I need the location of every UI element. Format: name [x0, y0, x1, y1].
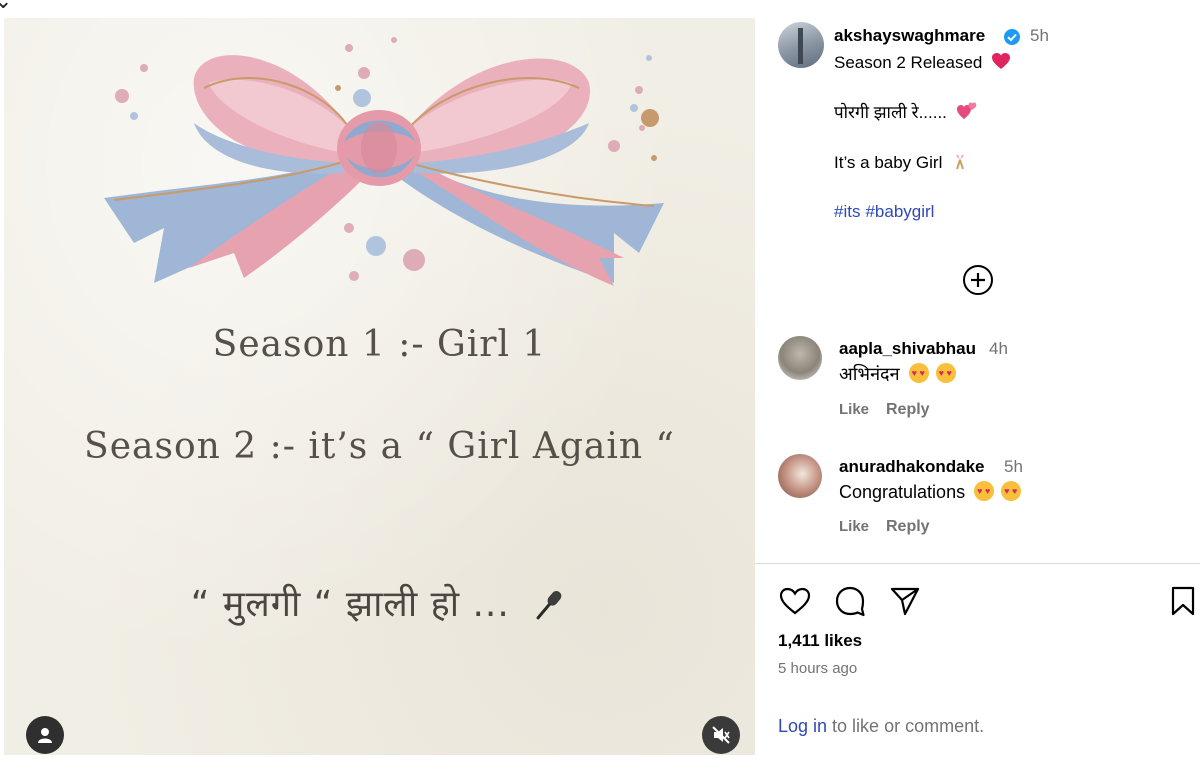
heart-eyes-emoji-icon: ♥ ♥: [1001, 481, 1022, 501]
comment-icon[interactable]: [833, 584, 867, 618]
comment-text: Congratulations ♥ ♥ ♥ ♥: [839, 481, 1022, 503]
login-link[interactable]: Log in: [778, 716, 827, 736]
caption-line-3: It’s a baby Girl: [834, 152, 969, 173]
comment-text-body: अभिनंदन: [839, 364, 900, 384]
comment-username[interactable]: aapla_shivabhau: [839, 339, 976, 359]
comment-reply-button[interactable]: Reply: [886, 518, 930, 536]
caption-line-1: Season 2 Released: [834, 52, 1011, 73]
commenter-avatar[interactable]: [778, 454, 822, 498]
post-time: 5h: [1030, 26, 1049, 45]
share-icon[interactable]: [888, 584, 922, 618]
ribbon-emoji-icon: [956, 154, 965, 170]
mute-button[interactable]: [702, 716, 740, 754]
author-avatar[interactable]: [778, 22, 824, 68]
login-prompt-text: to like or comment.: [827, 716, 985, 736]
top-bar: ⌄: [0, 0, 1200, 18]
heart-icon[interactable]: [778, 584, 812, 618]
hashtag-link[interactable]: #babygirl: [865, 202, 934, 221]
media-marathi-text: “ मुलगी “ झाली हो ...: [190, 584, 510, 625]
media-season2-text: Season 2 :- it’s a “ Girl Again “: [84, 426, 675, 467]
bookmark-icon[interactable]: [1166, 584, 1200, 618]
plus-circle-icon[interactable]: [962, 264, 994, 296]
caption-line-2: पोरगी झाली रे......: [834, 100, 978, 123]
comment-text-body: Congratulations: [839, 482, 966, 502]
back-chevron-icon[interactable]: ⌄: [0, 0, 12, 14]
tagged-users-button[interactable]: [26, 716, 64, 754]
ribbon-bow-illustration: [104, 37, 664, 286]
muted-speaker-icon: [712, 726, 730, 744]
comment-like-button[interactable]: Like: [839, 518, 869, 535]
media-marathi-line: “ मुलगी “ झाली हो ...: [4, 578, 755, 627]
avatar-figure: [798, 28, 803, 64]
comment-username[interactable]: anuradhakondake: [839, 457, 985, 477]
post-age: 5 hours ago: [778, 660, 858, 677]
login-prompt: Log in to like or comment.: [778, 716, 984, 737]
verified-badge-icon: [1004, 29, 1020, 45]
two-hearts-emoji-icon: [956, 102, 976, 119]
comment-like-button[interactable]: Like: [839, 401, 869, 418]
comment-time: 4h: [989, 339, 1008, 358]
heart-eyes-emoji-icon: ♥ ♥: [908, 363, 929, 383]
user-tag-icon: [38, 728, 52, 743]
heart-eyes-emoji-icon: ♥ ♥: [935, 363, 956, 383]
actions-divider: [755, 563, 1200, 564]
media-season1-text: Season 1 :- Girl 1: [212, 324, 547, 365]
commenter-avatar[interactable]: [778, 336, 822, 380]
caption-line-1-text: Season 2 Released: [834, 53, 983, 72]
author-username[interactable]: akshayswaghmare: [834, 26, 985, 46]
hashtag-link[interactable]: #its: [834, 202, 860, 221]
heart-eyes-emoji-icon: ♥ ♥: [974, 481, 995, 501]
comment-reply-button[interactable]: Reply: [886, 401, 930, 419]
comment-time: 5h: [1004, 457, 1023, 476]
caption-line-3-text: It’s a baby Girl: [834, 153, 943, 172]
heart-emoji-icon: [992, 53, 1011, 69]
microphone-icon: [536, 591, 562, 620]
comment-text: अभिनंदन ♥ ♥ ♥ ♥: [839, 362, 956, 386]
caption-hashtags: #its #babygirl: [834, 202, 939, 222]
like-count[interactable]: 1,411 likes: [778, 631, 862, 651]
bottom-strip: [0, 755, 1200, 780]
caption-line-2-text: पोरगी झाली रे......: [834, 103, 947, 122]
post-media[interactable]: Season 1 :- Girl 1 Season 2 :- it’s a “ …: [4, 18, 755, 755]
